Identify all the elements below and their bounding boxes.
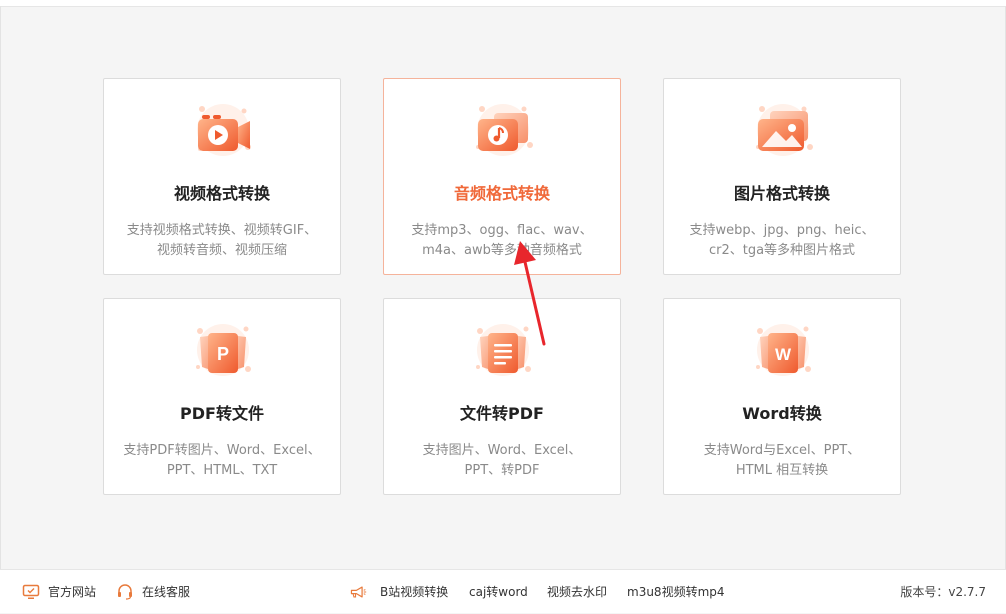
link-bilibili-video-convert[interactable]: B站视频转换 — [380, 570, 448, 614]
card-description-line: 支持Word与Excel、PPT、 — [703, 443, 861, 458]
card-title: 视频格式转换 — [173, 184, 270, 203]
window-left-edge — [0, 6, 1, 569]
headset-icon — [118, 584, 132, 600]
svg-text:W: W — [775, 345, 792, 364]
card-description-line: 支持webp、jpg、png、heic、 — [689, 223, 875, 238]
official-site-label: 官方网站 — [48, 585, 97, 599]
card-description-line: 支持PDF转图片、Word、Excel、 — [123, 443, 321, 458]
card-description-line: 支持mp3、ogg、flac、wav、 — [411, 223, 593, 238]
image-icon — [748, 97, 818, 163]
card-description: 支持Word与Excel、PPT、 HTML 相互转换 — [674, 441, 890, 481]
svg-text:P: P — [217, 344, 229, 364]
online-service-label: 在线客服 — [142, 585, 191, 599]
card-description-line: PPT、转PDF — [464, 463, 540, 478]
card-description: 支持webp、jpg、png、heic、 cr2、tga等多种图片格式 — [674, 221, 890, 261]
card-title: 图片格式转换 — [733, 184, 830, 203]
link-m3u8-to-mp4[interactable]: m3u8视频转mp4 — [627, 570, 725, 614]
card-description-line: m4a、awb等多种音频格式 — [422, 243, 582, 258]
card-description-line: cr2、tga等多种图片格式 — [708, 243, 856, 258]
link-caj-to-word[interactable]: caj转word — [469, 570, 528, 614]
card-image-convert[interactable]: 图片格式转换 支持webp、jpg、png、heic、 cr2、tga等多种图片… — [663, 78, 901, 275]
card-word-convert[interactable]: W Word转换 支持Word与Excel、PPT、 HTML 相互转换 — [663, 298, 901, 495]
window-top-strip — [0, 0, 1006, 7]
card-description: 支持图片、Word、Excel、 PPT、转PDF — [394, 441, 610, 481]
document-lines-icon — [468, 317, 538, 383]
card-description-line: PPT、HTML、TXT — [166, 463, 278, 478]
card-description: 支持视频格式转换、视频转GIF、 视频转音频、视频压缩 — [114, 221, 330, 261]
card-file-to-pdf[interactable]: 文件转PDF 支持图片、Word、Excel、 PPT、转PDF — [383, 298, 621, 495]
card-description-line: HTML 相互转换 — [735, 463, 829, 478]
video-camera-icon — [188, 97, 258, 163]
card-description: 支持mp3、ogg、flac、wav、 m4a、awb等多种音频格式 — [394, 221, 610, 261]
card-description-line: 支持图片、Word、Excel、 — [422, 443, 582, 458]
card-title: Word转换 — [742, 404, 822, 423]
card-pdf-to-file[interactable]: P PDF转文件 支持PDF转图片、Word、Excel、 PPT、HTML、T… — [103, 298, 341, 495]
card-description-line: 视频转音频、视频压缩 — [156, 243, 287, 258]
pdf-p-icon: P — [188, 317, 258, 383]
card-video-convert[interactable]: 视频格式转换 支持视频格式转换、视频转GIF、 视频转音频、视频压缩 — [103, 78, 341, 275]
footer-bar: 官方网站 在线客服 B站视频转换 caj转word 视频去水印 m3u8视频转m… — [0, 569, 1006, 613]
official-site-link[interactable]: 官方网站 — [22, 570, 96, 614]
music-note-icon — [468, 97, 538, 163]
word-w-icon: W — [748, 317, 818, 383]
card-audio-convert[interactable]: 音频格式转换 支持mp3、ogg、flac、wav、 m4a、awb等多种音频格… — [383, 78, 621, 275]
card-title: PDF转文件 — [180, 404, 264, 423]
version-label: 版本号：v2.7.7 — [900, 585, 986, 599]
card-description-line: 支持视频格式转换、视频转GIF、 — [126, 223, 318, 238]
card-description: 支持PDF转图片、Word、Excel、 PPT、HTML、TXT — [114, 441, 330, 481]
card-title: 文件转PDF — [460, 404, 544, 423]
monitor-icon — [22, 584, 40, 599]
link-video-remove-watermark[interactable]: 视频去水印 — [547, 570, 607, 614]
online-service-link[interactable]: 在线客服 — [116, 570, 190, 614]
card-title: 音频格式转换 — [453, 184, 550, 203]
megaphone-icon — [350, 586, 367, 598]
